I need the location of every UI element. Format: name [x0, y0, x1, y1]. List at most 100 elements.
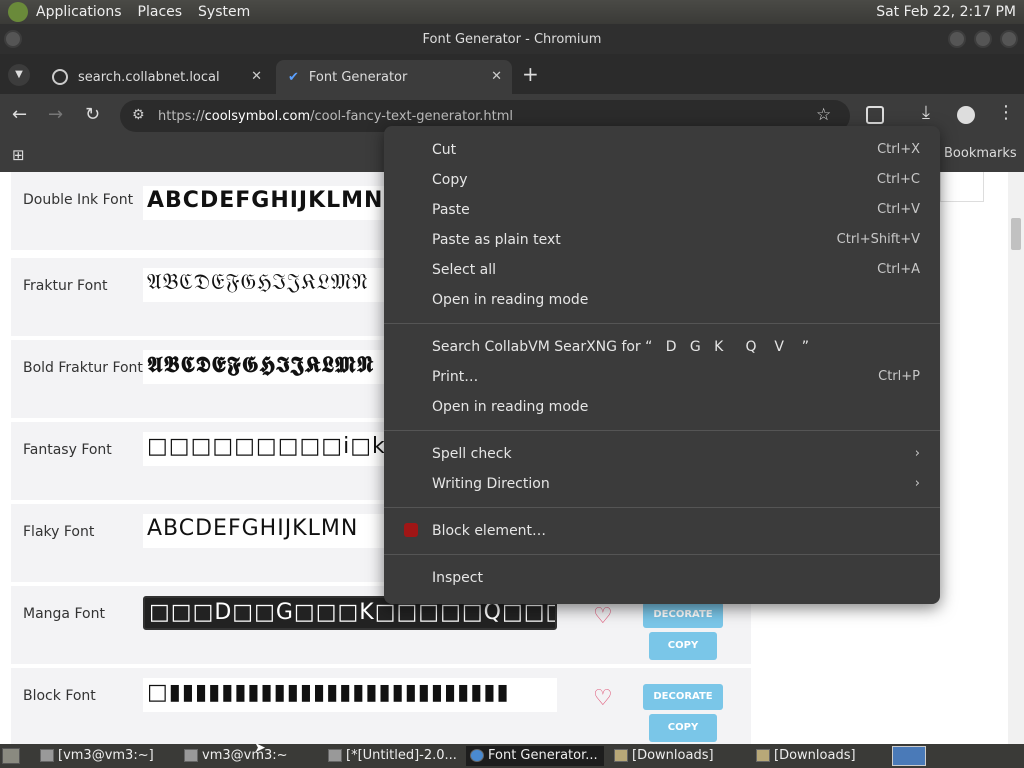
menu-label: Open in reading mode: [432, 399, 589, 415]
window-menu-icon[interactable]: [4, 30, 22, 48]
menu-item-copy[interactable]: Copy Ctrl+C: [432, 165, 920, 195]
gnome-foot-icon[interactable]: [8, 2, 28, 22]
copy-button[interactable]: COPY: [649, 714, 717, 742]
tab-font-generator[interactable]: ✔ Font Generator ✕: [276, 60, 512, 94]
font-name: Double Ink Font: [23, 192, 134, 208]
favorite-heart-icon[interactable]: ♡: [593, 604, 613, 629]
menu-item-paste[interactable]: Paste Ctrl+V: [432, 195, 920, 225]
shortcut: Ctrl+C: [876, 172, 920, 187]
window-titlebar: Font Generator - Chromium: [0, 24, 1024, 54]
window-title: Font Generator - Chromium: [422, 31, 602, 47]
menu-label: Block element…: [432, 523, 547, 539]
menu-item-inspect[interactable]: Inspect: [432, 563, 920, 593]
folder-icon: [756, 749, 770, 762]
taskbar-item[interactable]: [Downloads]: [752, 746, 888, 766]
menu-separator: [384, 323, 940, 324]
back-icon[interactable]: ←: [12, 104, 27, 125]
checkmark-icon: ✔: [288, 69, 299, 85]
menu-label: Open in reading mode: [432, 292, 589, 308]
menu-label: Inspect: [432, 570, 483, 586]
taskbar: [vm3@vm3:~] vm3@vm3:~ [*[Untitled]-2.0..…: [0, 740, 1024, 768]
font-name: Manga Font: [23, 606, 105, 622]
menu-separator: [384, 554, 940, 555]
globe-icon: [52, 69, 68, 85]
tab-search[interactable]: search.collabnet.local ✕: [40, 60, 272, 94]
download-icon[interactable]: ⤓: [922, 102, 930, 123]
taskbar-label: [vm3@vm3:~]: [58, 748, 154, 763]
taskbar-label: [*[Untitled]-2.0...: [346, 748, 457, 763]
scrollbar-thumb[interactable]: [1011, 218, 1021, 250]
mouse-cursor-icon: ➤: [254, 740, 266, 756]
menu-item-select-all[interactable]: Select all Ctrl+A: [432, 255, 920, 285]
menu-label: Select all: [432, 262, 496, 278]
taskbar-item[interactable]: [*[Untitled]-2.0...: [324, 746, 460, 766]
system-menu[interactable]: System: [190, 0, 258, 24]
menu-item-reading-mode-2[interactable]: Open in reading mode: [432, 392, 920, 422]
taskbar-label: vm3@vm3:~: [202, 748, 288, 763]
clock[interactable]: Sat Feb 22, 2:17 PM: [876, 4, 1024, 20]
forward-icon[interactable]: →: [48, 104, 63, 125]
tab-strip: ▼ search.collabnet.local ✕ ✔ Font Genera…: [0, 54, 1024, 94]
top-panel: Applications Places System Sat Feb 22, 2…: [0, 0, 1024, 24]
site-info-icon[interactable]: ⚙: [132, 107, 145, 123]
menu-label: Paste as plain text: [432, 232, 561, 248]
menu-separator: [384, 430, 940, 431]
places-menu[interactable]: Places: [130, 0, 191, 24]
extensions-icon[interactable]: [866, 106, 884, 124]
font-row: Block Font □▮▮▮▮▮▮▮▮▮▮▮▮▮▮▮▮▮▮▮▮▮▮▮▮▮▮ ♡…: [11, 668, 751, 744]
menu-item-block-element[interactable]: Block element…: [432, 516, 920, 546]
copy-button[interactable]: COPY: [649, 632, 717, 660]
terminal-icon: [40, 749, 54, 762]
url-path: /cool-fancy-text-generator.html: [310, 108, 514, 124]
url-host: coolsymbol.com: [204, 108, 311, 124]
editor-icon: [328, 749, 342, 762]
menu-label: Paste: [432, 202, 470, 218]
taskbar-item-active[interactable]: Font Generator...: [466, 746, 604, 766]
menu-item-spell-check[interactable]: Spell check ›: [432, 439, 920, 469]
menu-item-writing-direction[interactable]: Writing Direction ›: [432, 469, 920, 499]
taskbar-item[interactable]: [Downloads]: [610, 746, 746, 766]
close-icon[interactable]: [1000, 30, 1018, 48]
profile-icon[interactable]: [957, 106, 975, 124]
menu-item-print[interactable]: Print… Ctrl+P: [432, 362, 920, 392]
menu-item-paste-plain[interactable]: Paste as plain text Ctrl+Shift+V: [432, 225, 920, 255]
shortcut: Ctrl+V: [877, 202, 920, 217]
tab-label: Font Generator: [308, 69, 408, 85]
reload-icon[interactable]: ↻: [85, 104, 100, 125]
applications-menu[interactable]: Applications: [28, 0, 130, 24]
tab-close-icon[interactable]: ✕: [491, 69, 502, 84]
menu-item-cut[interactable]: Cut Ctrl+X: [432, 135, 920, 165]
shortcut: Ctrl+X: [877, 142, 920, 157]
taskbar-label: [Downloads]: [632, 748, 714, 763]
show-desktop-icon[interactable]: [2, 748, 20, 764]
shortcut: Ctrl+Shift+V: [836, 232, 920, 247]
workspace-switcher-icon[interactable]: [892, 746, 926, 766]
apps-grid-icon[interactable]: ⊞: [12, 146, 25, 164]
new-tab-icon[interactable]: +: [522, 62, 539, 86]
tab-close-icon[interactable]: ✕: [251, 69, 262, 84]
bookmark-star-icon[interactable]: ☆: [816, 105, 831, 125]
taskbar-item[interactable]: [vm3@vm3:~]: [36, 746, 172, 766]
maximize-icon[interactable]: [974, 30, 992, 48]
minimize-icon[interactable]: [948, 30, 966, 48]
bookmarks-folder[interactable]: Bookmarks: [944, 146, 1017, 161]
chevron-right-icon: ›: [914, 446, 920, 461]
page-scrollbar[interactable]: [1008, 172, 1024, 744]
tab-list-icon[interactable]: ▼: [8, 64, 30, 86]
font-sample[interactable]: □▮▮▮▮▮▮▮▮▮▮▮▮▮▮▮▮▮▮▮▮▮▮▮▮▮▮: [143, 678, 557, 712]
taskbar-label: Font Generator...: [488, 748, 598, 763]
decorate-button[interactable]: DECORATE: [643, 684, 723, 710]
font-name: Block Font: [23, 688, 96, 704]
shortcut: Ctrl+P: [878, 369, 920, 384]
decorate-button[interactable]: DECORATE: [643, 602, 723, 628]
menu-item-search[interactable]: Search CollabVM SearXNG for “ D G K Q V …: [432, 332, 920, 362]
tab-label: search.collabnet.local: [78, 69, 220, 85]
taskbar-item[interactable]: vm3@vm3:~: [180, 746, 316, 766]
ublock-icon: [404, 523, 418, 537]
menu-kebab-icon[interactable]: ⋮: [997, 102, 1015, 123]
menu-item-reading-mode[interactable]: Open in reading mode: [432, 285, 920, 315]
menu-separator: [384, 507, 940, 508]
page-side-box: [940, 172, 984, 202]
font-name: Fantasy Font: [23, 442, 112, 458]
favorite-heart-icon[interactable]: ♡: [593, 686, 613, 711]
